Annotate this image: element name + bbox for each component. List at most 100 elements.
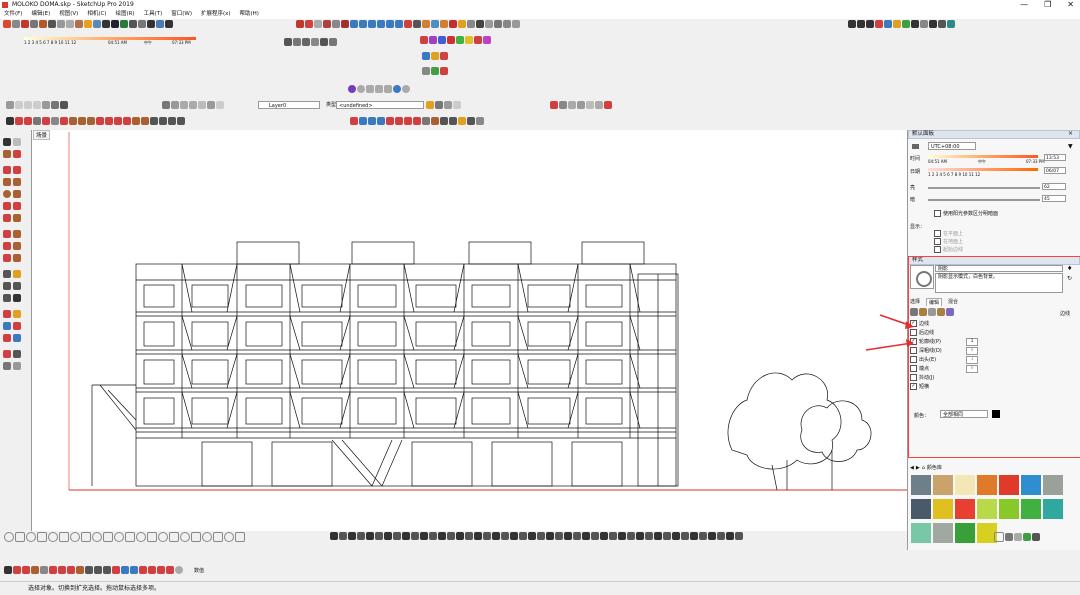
plugin-icon[interactable]: [476, 117, 484, 125]
material-swatch[interactable]: [977, 499, 997, 519]
material-swatch[interactable]: [1021, 475, 1041, 495]
plugin-icon[interactable]: [474, 36, 482, 44]
scale-icon[interactable]: [84, 20, 92, 28]
material-swatch[interactable]: [955, 499, 975, 519]
display-from-edges[interactable]: 起始边线: [934, 246, 963, 253]
plugin-icon[interactable]: [458, 117, 466, 125]
polygon-icon[interactable]: [69, 117, 77, 125]
arc-icon[interactable]: [3, 202, 11, 210]
plugin-icon[interactable]: [447, 532, 455, 540]
plugin-icon[interactable]: [485, 20, 493, 28]
plugin-icon[interactable]: [465, 36, 473, 44]
line-icon[interactable]: [3, 166, 11, 174]
dashes-checkbox[interactable]: ✓: [910, 383, 917, 390]
plugin-icon[interactable]: [429, 532, 437, 540]
plugin-icon[interactable]: [494, 20, 502, 28]
update-style-icon[interactable]: ↻: [1067, 275, 1072, 282]
material-swatch[interactable]: [977, 475, 997, 495]
date-slider[interactable]: [928, 168, 1038, 171]
plugin-icon[interactable]: [699, 532, 707, 540]
plugin-icon[interactable]: [636, 532, 644, 540]
plugin-icon[interactable]: [591, 532, 599, 540]
face-settings-icon[interactable]: [919, 308, 927, 316]
warehouse-icon[interactable]: [148, 566, 156, 574]
plugin-icon[interactable]: [458, 20, 466, 28]
section2-icon[interactable]: [13, 362, 21, 370]
plugin-icon[interactable]: [717, 532, 725, 540]
shape-icon[interactable]: [224, 532, 234, 542]
tab-mix[interactable]: 混合: [948, 298, 958, 306]
shape-icon[interactable]: [81, 532, 91, 542]
edge-row-jitter[interactable]: 抖动(J): [910, 374, 934, 381]
backedge-icon[interactable]: [171, 101, 179, 109]
tab-edit[interactable]: 编辑: [926, 298, 943, 306]
plugin-icon[interactable]: [320, 38, 328, 46]
edge-row-dashes[interactable]: ✓ 短横: [910, 383, 929, 390]
shape-icon[interactable]: [202, 532, 212, 542]
orbit-icon[interactable]: [350, 117, 358, 125]
plugin-icon[interactable]: [474, 532, 482, 540]
rotate-icon[interactable]: [75, 20, 83, 28]
plugin-icon[interactable]: [582, 532, 590, 540]
shape-icon[interactable]: [4, 532, 14, 542]
plugin-icon[interactable]: [341, 20, 349, 28]
color-mode-select[interactable]: 全部相同: [940, 410, 988, 418]
material-swatch[interactable]: [911, 475, 931, 495]
plugin-icon[interactable]: [467, 20, 475, 28]
shape-icon[interactable]: [147, 532, 157, 542]
type-dropdown[interactable]: <undefined>: [336, 101, 424, 109]
shadow-toggle-icon[interactable]: [912, 144, 919, 149]
plugin-icon[interactable]: [595, 101, 603, 109]
plugin-icon[interactable]: [519, 532, 527, 540]
plugin-icon[interactable]: [404, 20, 412, 28]
offset-icon[interactable]: [93, 20, 101, 28]
background-settings-icon[interactable]: [928, 308, 936, 316]
material-swatch[interactable]: [933, 475, 953, 495]
shape-icon[interactable]: [103, 532, 113, 542]
box-icon[interactable]: [386, 20, 394, 28]
plugin-icon[interactable]: [413, 117, 421, 125]
extension-value[interactable]: 3: [966, 356, 978, 364]
plugin-icon[interactable]: [559, 101, 567, 109]
axes-icon[interactable]: [103, 566, 111, 574]
styles-title[interactable]: 样式: [908, 256, 1080, 265]
plugin-icon[interactable]: [447, 36, 455, 44]
select-icon[interactable]: [4, 566, 12, 574]
arrow-icon[interactable]: [920, 20, 928, 28]
plugin-icon[interactable]: [1014, 533, 1022, 541]
text-icon[interactable]: [94, 566, 102, 574]
plugin-icon[interactable]: [420, 36, 428, 44]
edge-color-swatch[interactable]: [992, 410, 1000, 418]
line-icon[interactable]: [22, 566, 30, 574]
menu-window[interactable]: 窗口(W): [171, 10, 192, 19]
material-swatch[interactable]: [1043, 475, 1063, 495]
rotated-rect-icon[interactable]: [13, 178, 21, 186]
paint-icon[interactable]: [13, 566, 21, 574]
plugin-icon[interactable]: [555, 532, 563, 540]
plugin-icon[interactable]: [609, 532, 617, 540]
shape-icon[interactable]: [169, 532, 179, 542]
bottom-view-icon[interactable]: [60, 101, 68, 109]
plugin-icon[interactable]: [386, 117, 394, 125]
plugin-icon[interactable]: [438, 532, 446, 540]
plugin-icon[interactable]: [357, 532, 365, 540]
shape-icon[interactable]: [136, 532, 146, 542]
extension-checkbox[interactable]: [910, 356, 917, 363]
followme-icon[interactable]: [13, 242, 21, 250]
tape-icon[interactable]: [85, 566, 93, 574]
plugin-icon[interactable]: [296, 20, 304, 28]
walk-icon[interactable]: [3, 350, 11, 358]
menu-help[interactable]: 帮助(H): [240, 10, 259, 19]
plugin-icon[interactable]: [483, 36, 491, 44]
menu-draw[interactable]: 绘图(R): [115, 10, 134, 19]
plugin-icon[interactable]: [690, 532, 698, 540]
front-view-icon[interactable]: [24, 101, 32, 109]
shape-icon[interactable]: [48, 532, 58, 542]
zoomwindow-icon[interactable]: [377, 117, 385, 125]
plugin-icon[interactable]: [645, 532, 653, 540]
time-input[interactable]: 13:53: [1044, 154, 1066, 161]
profiles-width[interactable]: 1: [966, 338, 978, 346]
plugin-icon[interactable]: [293, 38, 301, 46]
plugin-icon[interactable]: [402, 532, 410, 540]
orbit-icon[interactable]: [393, 85, 401, 93]
